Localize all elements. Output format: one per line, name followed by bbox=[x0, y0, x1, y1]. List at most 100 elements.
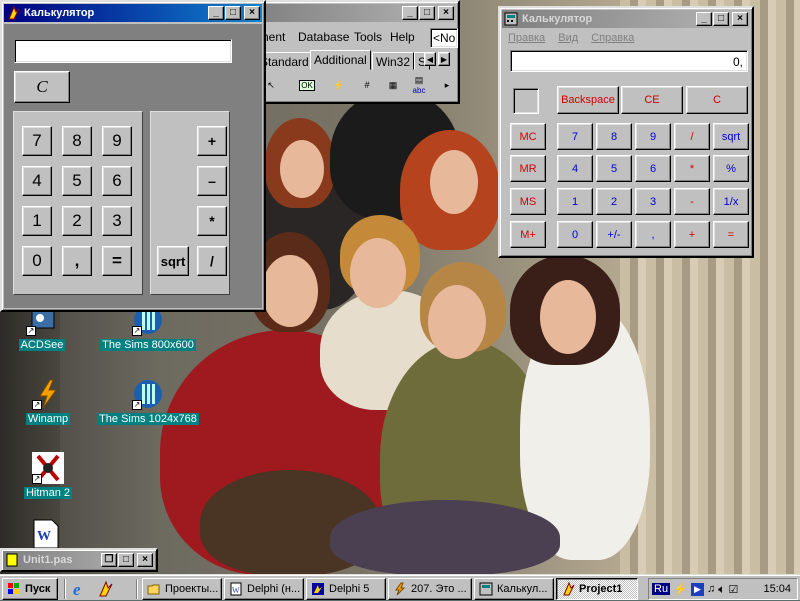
plus-button[interactable]: + bbox=[674, 221, 710, 248]
winamp-tray-icon[interactable]: ⚡ bbox=[673, 582, 688, 596]
language-indicator[interactable]: Ru bbox=[652, 583, 671, 595]
digit-1-button[interactable]: 1 bbox=[557, 188, 593, 215]
tab-scroll-left-button[interactable]: ◀ bbox=[424, 52, 436, 66]
desktop-icon-hitman[interactable]: ↗ Hitman 2 bbox=[20, 452, 76, 499]
menu-tools[interactable]: Tools bbox=[354, 30, 382, 44]
windows-calculator-window[interactable]: Калькулятор _ □ × Правка Вид Справка 0, … bbox=[498, 6, 754, 258]
minus-button[interactable]: - bbox=[674, 188, 710, 215]
equals-button[interactable]: = bbox=[713, 221, 749, 248]
digit-3-button[interactable]: 3 bbox=[635, 188, 671, 215]
multiply-button[interactable]: * bbox=[674, 155, 710, 182]
memory-add-button[interactable]: M+ bbox=[510, 221, 546, 248]
menu-help[interactable]: Help bbox=[390, 30, 415, 44]
digit-6-button[interactable]: 6 bbox=[635, 155, 671, 182]
maximize-button[interactable]: □ bbox=[225, 6, 241, 20]
digit-5-button[interactable]: 5 bbox=[62, 166, 92, 196]
scheduler-tray-icon[interactable]: ☑ bbox=[728, 583, 738, 596]
maximize-button[interactable]: □ bbox=[713, 12, 729, 26]
stringgrid-tool-icon[interactable]: ▦ bbox=[382, 74, 404, 96]
close-button[interactable]: × bbox=[438, 6, 454, 20]
digit-2-button[interactable]: 2 bbox=[62, 206, 92, 236]
volume-icon[interactable]: 🔈︎ bbox=[718, 582, 725, 597]
digit-8-button[interactable]: 8 bbox=[62, 126, 92, 156]
minimize-button[interactable]: _ bbox=[696, 12, 712, 26]
internet-explorer-icon[interactable]: e bbox=[72, 580, 90, 599]
close-button[interactable]: × bbox=[137, 553, 153, 567]
media-player-tray-icon[interactable]: ▶ bbox=[691, 582, 705, 596]
custom-calculator-window[interactable]: Калькулятор _ □ × C 7 8 9 4 5 6 1 2 3 0 … bbox=[0, 0, 266, 312]
menu-database[interactable]: Database bbox=[298, 30, 349, 44]
backspace-button[interactable]: Backspace bbox=[557, 86, 619, 114]
clock[interactable]: 15:04 bbox=[763, 583, 791, 595]
digit-0-button[interactable]: 0 bbox=[22, 246, 52, 276]
menu-edit[interactable]: Правка bbox=[508, 32, 545, 44]
maximize-button[interactable]: □ bbox=[419, 6, 435, 20]
digit-7-button[interactable]: 7 bbox=[22, 126, 52, 156]
digit-3-button[interactable]: 3 bbox=[102, 206, 132, 236]
decimal-comma-button[interactable]: , bbox=[635, 221, 671, 248]
digit-4-button[interactable]: 4 bbox=[22, 166, 52, 196]
tab-additional[interactable]: Additional bbox=[310, 50, 371, 70]
close-button[interactable]: × bbox=[244, 6, 260, 20]
delphi-ide-window[interactable]: _ □ × nent Database Tools Help <No Stand… bbox=[248, 0, 460, 104]
digit-4-button[interactable]: 4 bbox=[557, 155, 593, 182]
restore-button[interactable]: ❐ bbox=[101, 553, 117, 567]
plus-button[interactable]: + bbox=[197, 126, 227, 156]
display-field[interactable]: 0, bbox=[510, 50, 748, 72]
equals-button[interactable]: = bbox=[102, 246, 132, 276]
task-delphi-document[interactable]: W Delphi (н... bbox=[224, 578, 304, 600]
digit-8-button[interactable]: 8 bbox=[596, 123, 632, 150]
memory-recall-button[interactable]: MR bbox=[510, 155, 546, 182]
minimize-button[interactable]: _ bbox=[208, 6, 224, 20]
digit-1-button[interactable]: 1 bbox=[22, 206, 52, 236]
delphi-quicklaunch-icon[interactable] bbox=[96, 580, 114, 598]
drawgrid-tool-icon[interactable]: ▤ abc bbox=[408, 74, 430, 96]
multiply-button[interactable]: * bbox=[197, 206, 227, 236]
divide-button[interactable]: / bbox=[674, 123, 710, 150]
menu-view[interactable]: Вид bbox=[558, 32, 578, 44]
digit-2-button[interactable]: 2 bbox=[596, 188, 632, 215]
tab-win32[interactable]: Win32 bbox=[372, 52, 415, 70]
maximize-button[interactable]: □ bbox=[118, 553, 134, 567]
task-winamp-track[interactable]: 207. Это ... bbox=[388, 578, 472, 600]
minimize-button[interactable]: _ bbox=[402, 6, 418, 20]
maskedit-tool-icon[interactable]: # bbox=[356, 74, 378, 96]
component-combo[interactable]: <No bbox=[430, 28, 458, 48]
tab-scroll-right-button[interactable]: ▶ bbox=[438, 52, 450, 66]
desktop-icon-document[interactable]: W bbox=[26, 518, 66, 550]
digit-0-button[interactable]: 0 bbox=[557, 221, 593, 248]
sign-toggle-button[interactable]: +/- bbox=[596, 221, 632, 248]
task-project1[interactable]: Project1 bbox=[556, 578, 638, 600]
palette-more-icon[interactable]: ▸ bbox=[436, 74, 458, 96]
decimal-comma-button[interactable]: , bbox=[62, 246, 92, 276]
memory-clear-button[interactable]: MC bbox=[510, 123, 546, 150]
desktop-icon-winamp[interactable]: ↗ Winamp bbox=[20, 378, 76, 425]
task-projects[interactable]: Проекты... bbox=[142, 578, 222, 600]
sqrt-button[interactable]: sqrt bbox=[713, 123, 749, 150]
speedbutton-tool-icon[interactable]: ⚡ bbox=[328, 74, 350, 96]
digit-9-button[interactable]: 9 bbox=[102, 126, 132, 156]
unit1-minimized-window[interactable]: Unit1.pas ❐ □ × bbox=[0, 548, 158, 572]
task-calculator[interactable]: Калькул... bbox=[474, 578, 554, 600]
digit-7-button[interactable]: 7 bbox=[557, 123, 593, 150]
minus-button[interactable]: – bbox=[197, 166, 227, 196]
close-button[interactable]: × bbox=[732, 12, 748, 26]
start-button[interactable]: Пуск bbox=[2, 578, 58, 600]
percent-button[interactable]: % bbox=[713, 155, 749, 182]
bitbtn-tool-icon[interactable]: OK bbox=[296, 74, 318, 96]
clear-button[interactable]: C bbox=[14, 71, 70, 103]
digit-5-button[interactable]: 5 bbox=[596, 155, 632, 182]
memory-store-button[interactable]: MS bbox=[510, 188, 546, 215]
task-delphi-5[interactable]: Delphi 5 bbox=[306, 578, 386, 600]
clear-button[interactable]: C bbox=[686, 86, 748, 114]
divide-button[interactable]: / bbox=[197, 246, 227, 276]
clear-entry-button[interactable]: CE bbox=[621, 86, 683, 114]
reciprocal-button[interactable]: 1/x bbox=[713, 188, 749, 215]
desktop-icon-sims-1024[interactable]: ↗ The Sims 1024x768 bbox=[96, 378, 200, 425]
digit-9-button[interactable]: 9 bbox=[635, 123, 671, 150]
menu-help[interactable]: Справка bbox=[591, 32, 634, 44]
sqrt-button[interactable]: sqrt bbox=[157, 246, 189, 276]
audio-tray-icon[interactable]: ♫ bbox=[707, 583, 715, 595]
display-field[interactable] bbox=[14, 39, 232, 63]
digit-6-button[interactable]: 6 bbox=[102, 166, 132, 196]
